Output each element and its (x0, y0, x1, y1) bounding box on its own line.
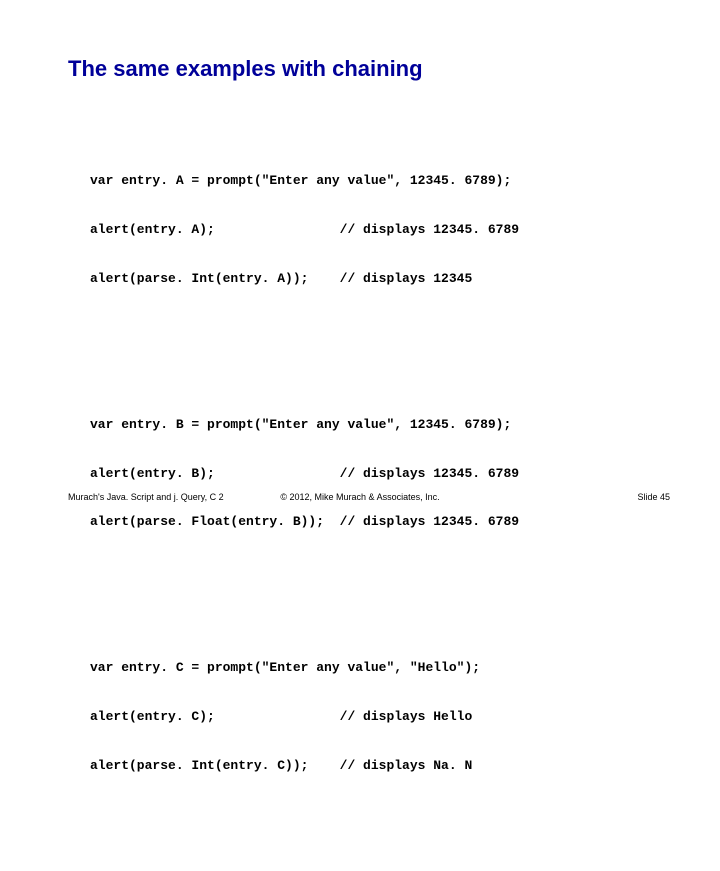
code-line: alert(entry. A); // displays 12345. 6789 (90, 222, 519, 238)
code-line: var entry. C = prompt("Enter any value",… (90, 660, 519, 676)
code-block-c: var entry. C = prompt("Enter any value",… (90, 628, 519, 807)
slide: The same examples with chaining var entr… (0, 0, 720, 540)
code-block-b: var entry. B = prompt("Enter any value",… (90, 384, 519, 563)
code-line: alert(parse. Int(entry. C)); // displays… (90, 758, 519, 774)
code-line: alert(parse. Float(entry. B)); // displa… (90, 514, 519, 530)
slide-title: The same examples with chaining (68, 56, 423, 82)
code-line: var entry. A = prompt("Enter any value",… (90, 173, 519, 189)
footer-copyright: © 2012, Mike Murach & Associates, Inc. (0, 492, 720, 502)
code-area: var entry. A = prompt("Enter any value",… (90, 92, 519, 871)
code-line: alert(entry. B); // displays 12345. 6789 (90, 466, 519, 482)
code-line: var entry. B = prompt("Enter any value",… (90, 417, 519, 433)
code-line: alert(entry. C); // displays Hello (90, 709, 519, 725)
footer-slide-number: Slide 45 (637, 492, 670, 502)
code-line: alert(parse. Int(entry. A)); // displays… (90, 271, 519, 287)
code-block-a: var entry. A = prompt("Enter any value",… (90, 141, 519, 320)
